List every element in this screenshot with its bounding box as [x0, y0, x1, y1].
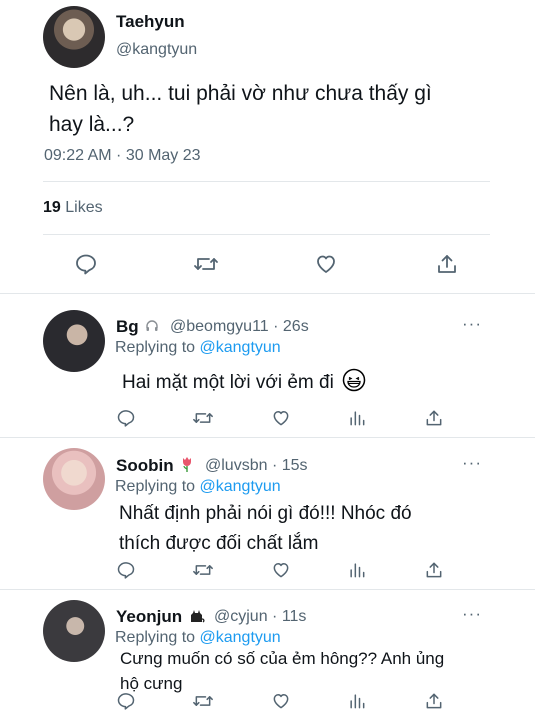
reply-time[interactable]: · 15s: [272, 457, 308, 474]
retweet-button[interactable]: [187, 685, 219, 717]
likes-count[interactable]: 19 Likes: [43, 199, 103, 217]
divider: [43, 234, 490, 235]
share-button[interactable]: [418, 554, 450, 586]
heart-icon: [273, 563, 289, 578]
heart-icon: [273, 694, 289, 709]
retweet-button[interactable]: [190, 248, 222, 280]
analytics-icon: [350, 694, 365, 709]
mention-link[interactable]: @kangtyun: [200, 478, 281, 495]
replying-to: Replying to @kangtyun: [115, 629, 281, 647]
share-icon: [426, 693, 442, 709]
avatar[interactable]: [43, 6, 105, 68]
like-button[interactable]: [265, 685, 297, 717]
reply-tweet[interactable]: Yeonjun @cyjun · 11s ··· Replying to @ka…: [0, 590, 535, 720]
tweet-timestamp[interactable]: 09:22 AM · 30 May 23: [44, 147, 201, 165]
retweet-icon: [194, 258, 218, 270]
more-options-button[interactable]: ···: [462, 453, 482, 473]
replying-to-label: Replying to: [115, 339, 196, 356]
reply-handle-line: @cyjun · 11s: [214, 608, 306, 626]
reply-icon: [117, 562, 135, 579]
replying-to: Replying to @kangtyun: [115, 478, 281, 496]
reply-time[interactable]: · 26s: [273, 318, 309, 335]
avatar[interactable]: [43, 310, 105, 372]
reply-handle[interactable]: @luvsbn: [205, 457, 268, 474]
share-button[interactable]: [418, 685, 450, 717]
reply-button[interactable]: [110, 685, 142, 717]
reply-icon: [117, 693, 135, 710]
mention-link[interactable]: @kangtyun: [200, 339, 281, 356]
reply-tweet[interactable]: Bg @beomgyu11 · 26s ··· Replying to @kan…: [0, 294, 535, 438]
heart-icon: [317, 255, 335, 273]
replying-to: Replying to @kangtyun: [115, 339, 281, 357]
author-name[interactable]: Taehyun: [116, 12, 185, 32]
likes-number: 19: [43, 199, 61, 216]
heart-icon: [273, 411, 289, 426]
share-icon: [426, 410, 442, 426]
reply-text-line: Nhất định phải nói gì đó!!! Nhóc đó: [119, 503, 412, 524]
tweet-text-line: Nên là, uh... tui phải vờ như chưa thấy …: [49, 82, 432, 105]
divider: [43, 181, 490, 182]
analytics-icon: [350, 411, 365, 426]
reply-text: Hai mặt một lời với ẻm đi: [122, 368, 366, 398]
reply-button[interactable]: [110, 402, 142, 434]
like-button[interactable]: [310, 248, 342, 280]
retweet-button[interactable]: [187, 402, 219, 434]
share-button[interactable]: [418, 402, 450, 434]
reply-name: Yeonjun: [116, 607, 183, 626]
mention-link[interactable]: @kangtyun: [200, 629, 281, 646]
reply-text-line: Cưng muốn có số của ẻm hông?? Anh ủng: [120, 649, 445, 668]
author-handle[interactable]: @kangtyun: [116, 41, 197, 59]
more-options-button[interactable]: ···: [462, 314, 482, 334]
avatar[interactable]: [43, 600, 105, 662]
headphones-icon: [145, 318, 159, 338]
reply-button[interactable]: [70, 248, 102, 280]
analytics-button[interactable]: [341, 685, 373, 717]
retweet-button[interactable]: [187, 554, 219, 586]
avatar[interactable]: [43, 448, 105, 510]
reply-text-line: Hai mặt một lời với ẻm đi: [122, 372, 334, 394]
analytics-icon: [350, 563, 365, 578]
reply-handle[interactable]: @beomgyu11: [170, 318, 269, 335]
tulip-icon: [180, 456, 194, 477]
reply-handle-line: @beomgyu11 · 26s: [170, 318, 309, 336]
like-button[interactable]: [265, 554, 297, 586]
likes-label: Likes: [65, 199, 103, 216]
analytics-button[interactable]: [341, 554, 373, 586]
replying-to-label: Replying to: [115, 629, 196, 646]
replying-to-label: Replying to: [115, 478, 196, 495]
retweet-icon: [193, 413, 213, 423]
share-button[interactable]: [431, 248, 463, 280]
main-tweet: Taehyun @kangtyun Nên là, uh... tui phải…: [0, 0, 535, 294]
reply-name: Soobin: [116, 456, 174, 475]
reply-text: Nhất định phải nói gì đó!!! Nhóc đó thíc…: [119, 499, 412, 559]
reply-button[interactable]: [110, 554, 142, 586]
reply-time[interactable]: · 11s: [272, 608, 306, 625]
reply-icon: [76, 254, 96, 275]
like-button[interactable]: [265, 402, 297, 434]
share-icon: [438, 255, 456, 273]
reply-handle-line: @luvsbn · 15s: [205, 457, 308, 475]
reply-author-name[interactable]: Yeonjun: [116, 607, 207, 628]
more-options-button[interactable]: ···: [462, 604, 482, 624]
cat-icon: [189, 608, 205, 628]
reply-tweet[interactable]: Soobin @luvsbn · 15s ··· Replying to @ka…: [0, 438, 535, 590]
retweet-icon: [193, 696, 213, 706]
tweet-text-line: hay là...?: [49, 113, 135, 136]
reply-author-name[interactable]: Soobin: [116, 456, 196, 477]
reply-handle[interactable]: @cyjun: [214, 608, 268, 625]
retweet-icon: [193, 565, 213, 575]
reply-name: Bg: [116, 317, 139, 336]
tweet-text: Nên là, uh... tui phải vờ như chưa thấy …: [49, 78, 489, 140]
analytics-button[interactable]: [341, 402, 373, 434]
reply-author-name[interactable]: Bg: [116, 317, 161, 338]
reply-icon: [117, 410, 135, 427]
grinning-face-icon: [342, 368, 366, 398]
share-icon: [426, 562, 442, 578]
